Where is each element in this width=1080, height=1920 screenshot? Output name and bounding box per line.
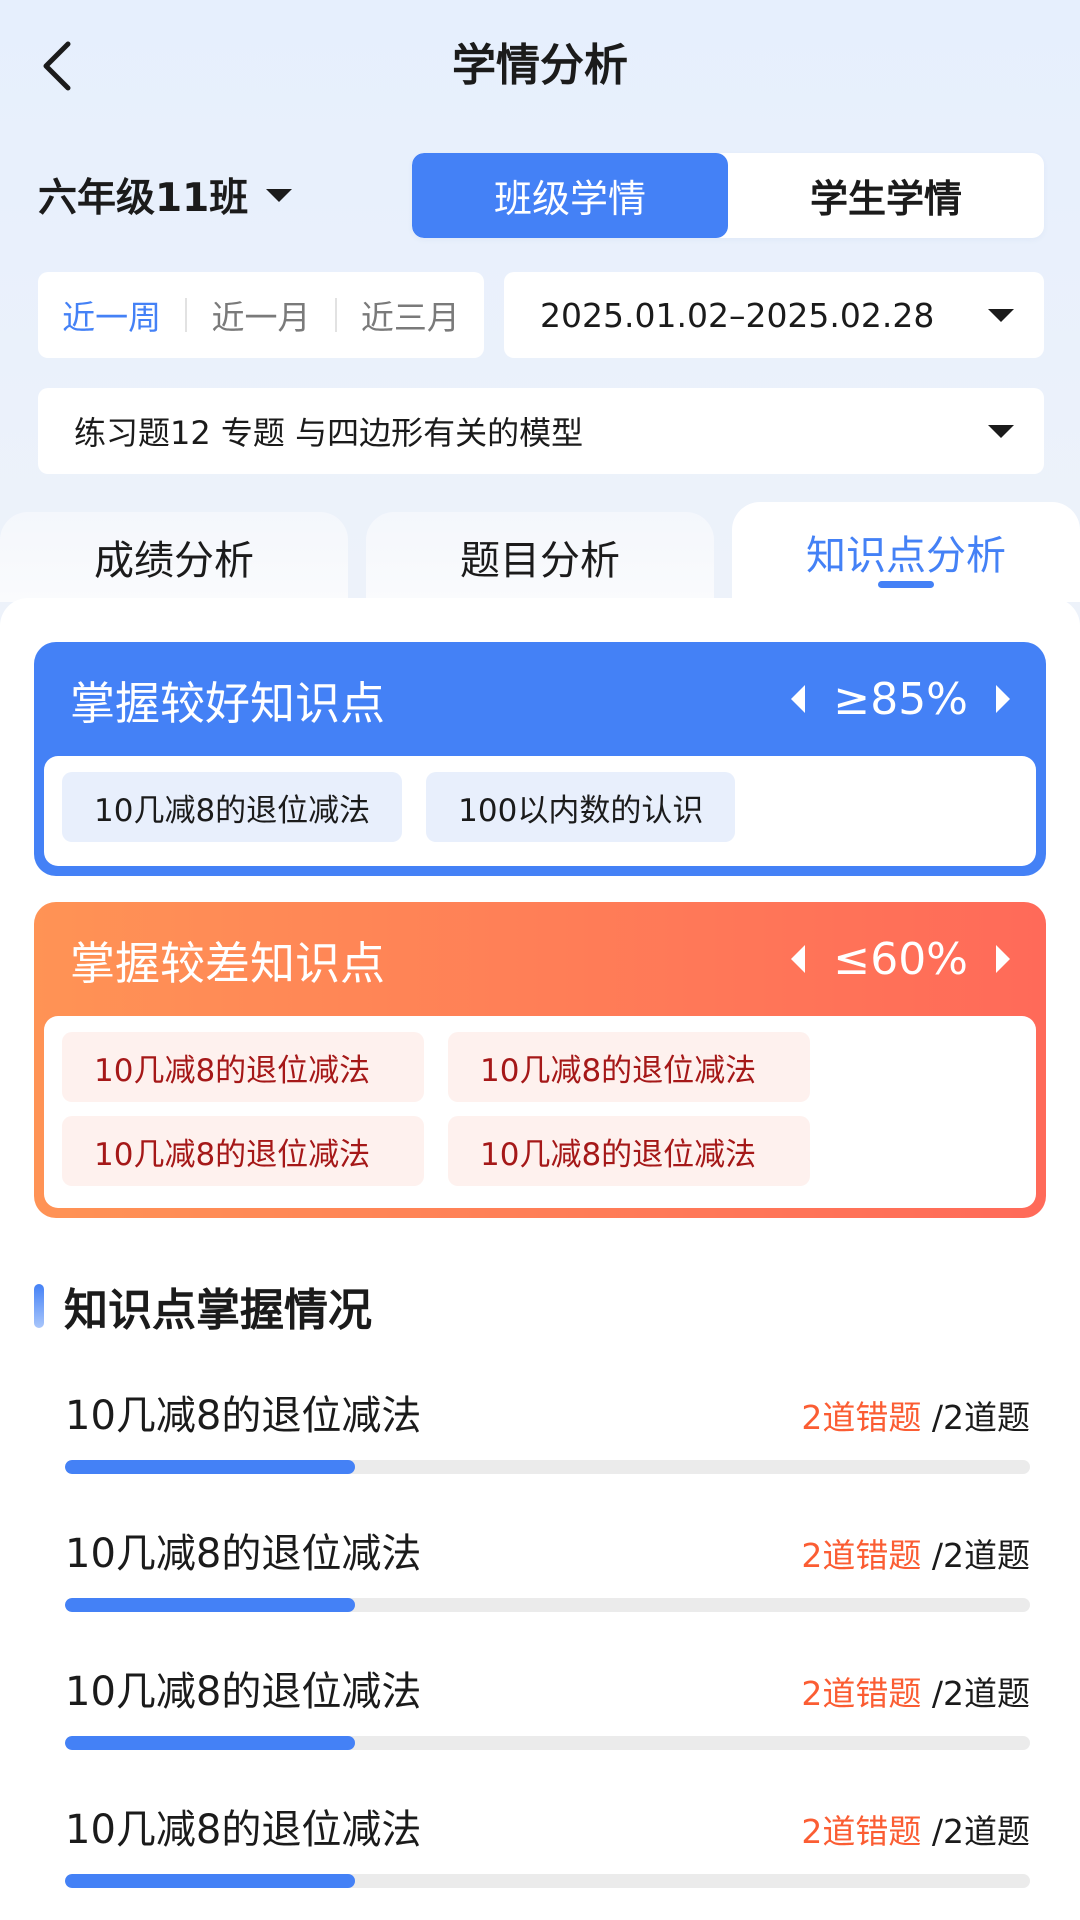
total-count: /2道题 — [931, 1812, 1030, 1851]
threshold-pager: ≥85% — [791, 674, 1010, 725]
mastery-row[interactable]: 10几减8的退位减法 2道错题 /2道题 — [65, 1526, 1030, 1616]
total-count: /2道题 — [931, 1398, 1030, 1437]
tab-label: 成绩分析 — [94, 538, 254, 584]
caret-down-icon — [988, 424, 1014, 438]
error-count: 2道错题 — [801, 1536, 922, 1575]
error-count: 2道错题 — [801, 1674, 922, 1713]
card-header: 掌握较差知识点 ≤60% — [34, 902, 1046, 1016]
caret-down-icon — [988, 308, 1014, 322]
knowledge-name: 10几减8的退位减法 — [65, 1669, 422, 1715]
question-count: 2道错题 /2道题 — [801, 1670, 1030, 1718]
toggle-student-view[interactable]: 学生学情 — [728, 153, 1044, 238]
knowledge-chip[interactable]: 100以内数的认识 — [426, 772, 736, 842]
card-body: 10几减8的退位减法 100以内数的认识 — [44, 756, 1036, 866]
total-count: /2道题 — [931, 1674, 1030, 1713]
section-marker — [34, 1284, 44, 1328]
exercise-selector-value: 练习题12 专题 与四边形有关的模型 — [74, 414, 584, 452]
knowledge-chip[interactable]: 10几减8的退位减法 — [62, 1032, 424, 1102]
section-title: 知识点掌握情况 — [64, 1285, 372, 1336]
progress-track — [65, 1460, 1030, 1474]
triangle-left-icon[interactable] — [791, 945, 806, 973]
analysis-tabs: 成绩分析 题目分析 知识点分析 — [0, 502, 1080, 602]
knowledge-chip[interactable]: 10几减8的退位减法 — [448, 1032, 810, 1102]
error-count: 2道错题 — [801, 1398, 922, 1437]
triangle-left-icon[interactable] — [791, 685, 806, 713]
threshold-pager: ≤60% — [791, 934, 1010, 985]
toggle-class-view[interactable]: 班级学情 — [412, 153, 728, 238]
date-range-selector[interactable]: 2025.01.02–2025.02.28 — [504, 272, 1044, 358]
class-selector-label: 六年级11班 — [38, 176, 249, 221]
period-week[interactable]: 近一周 — [38, 291, 185, 339]
progress-track — [65, 1874, 1030, 1888]
view-toggle: 班级学情 学生学情 — [412, 153, 1044, 238]
period-month[interactable]: 近一月 — [187, 291, 334, 339]
mastery-row[interactable]: 10几减8的退位减法 2道错题 /2道题 — [65, 1664, 1030, 1754]
tab-label: 知识点分析 — [806, 533, 1006, 579]
card-title: 掌握较差知识点 — [70, 936, 386, 990]
mastery-row[interactable]: 10几减8的退位减法 2道错题 /2道题 — [65, 1802, 1030, 1892]
tab-question-analysis[interactable]: 题目分析 — [366, 512, 714, 602]
period-three-months[interactable]: 近三月 — [337, 291, 484, 339]
card-title: 掌握较好知识点 — [70, 676, 386, 730]
knowledge-analysis-panel: 掌握较好知识点 ≥85% 10几减8的退位减法 100以内数的认识 掌握较差知识… — [0, 598, 1080, 1920]
knowledge-chip[interactable]: 10几减8的退位减法 — [62, 1116, 424, 1186]
tab-knowledge-analysis[interactable]: 知识点分析 — [732, 502, 1080, 602]
progress-fill — [65, 1736, 355, 1750]
good-mastery-card: 掌握较好知识点 ≥85% 10几减8的退位减法 100以内数的认识 — [34, 642, 1046, 876]
question-count: 2道错题 /2道题 — [801, 1808, 1030, 1856]
section-heading: 知识点掌握情况 — [34, 1278, 372, 1336]
triangle-right-icon[interactable] — [996, 945, 1010, 973]
exercise-selector[interactable]: 练习题12 专题 与四边形有关的模型 — [38, 388, 1044, 474]
knowledge-name: 10几减8的退位减法 — [65, 1807, 422, 1853]
progress-fill — [65, 1460, 355, 1474]
period-filter: 近一周 近一月 近三月 — [38, 272, 484, 358]
card-header: 掌握较好知识点 ≥85% — [34, 642, 1046, 756]
progress-fill — [65, 1598, 355, 1612]
mastery-row[interactable]: 10几减8的退位减法 2道错题 /2道题 — [65, 1388, 1030, 1478]
knowledge-name: 10几减8的退位减法 — [65, 1393, 422, 1439]
tab-active-indicator — [878, 581, 934, 588]
error-count: 2道错题 — [801, 1812, 922, 1851]
class-selector[interactable]: 六年级11班 — [38, 165, 293, 225]
card-body: 10几减8的退位减法 10几减8的退位减法 10几减8的退位减法 10几减8的退… — [44, 1016, 1036, 1208]
threshold-value: ≤60% — [833, 933, 968, 985]
knowledge-chip[interactable]: 10几减8的退位减法 — [448, 1116, 810, 1186]
caret-down-icon — [266, 188, 293, 202]
threshold-value: ≥85% — [833, 673, 968, 725]
tab-label: 题目分析 — [460, 538, 620, 584]
tab-score-analysis[interactable]: 成绩分析 — [0, 512, 348, 602]
progress-fill — [65, 1874, 355, 1888]
question-count: 2道错题 /2道题 — [801, 1394, 1030, 1442]
progress-track — [65, 1736, 1030, 1750]
page-title: 学情分析 — [452, 40, 628, 91]
header: 学情分析 — [0, 0, 1080, 130]
triangle-right-icon[interactable] — [996, 685, 1010, 713]
date-range-value: 2025.01.02–2025.02.28 — [540, 295, 935, 335]
knowledge-chip[interactable]: 10几减8的退位减法 — [62, 772, 403, 842]
question-count: 2道错题 /2道题 — [801, 1532, 1030, 1580]
knowledge-name: 10几减8的退位减法 — [65, 1531, 422, 1577]
poor-mastery-card: 掌握较差知识点 ≤60% 10几减8的退位减法 10几减8的退位减法 10几减8… — [34, 902, 1046, 1218]
total-count: /2道题 — [931, 1536, 1030, 1575]
progress-track — [65, 1598, 1030, 1612]
